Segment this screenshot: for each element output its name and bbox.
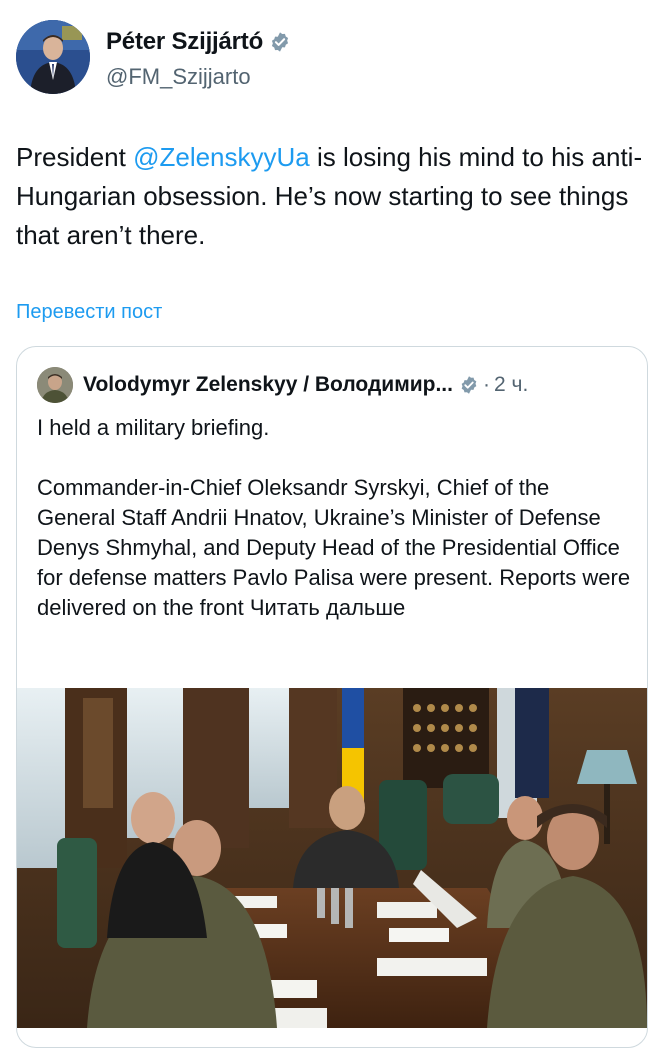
- verified-badge-icon: [461, 376, 477, 394]
- author-name[interactable]: Péter Szijjártó: [106, 28, 263, 56]
- quoted-post-text: I held a military briefing. Commander-in…: [37, 413, 632, 653]
- translate-post-link[interactable]: Перевести пост: [16, 301, 162, 324]
- quoted-paragraph-1: I held a military briefing.: [37, 415, 270, 440]
- quoted-post-photo[interactable]: [17, 688, 647, 1028]
- quoted-timestamp[interactable]: 2 ч.: [494, 373, 528, 397]
- separator-dot: ·: [482, 373, 490, 396]
- post-header: Péter Szijjártó @FM_Szijjarto: [16, 20, 646, 100]
- mention-link[interactable]: @ZelenskyyUa: [133, 142, 310, 172]
- verified-badge-icon: [271, 32, 289, 52]
- post-text-start: President: [16, 142, 134, 172]
- quoted-paragraph-2: Commander-in-Chief Oleksandr Syrskyi, Ch…: [37, 473, 632, 623]
- post-text: President @ZelenskyyUa is losing his min…: [16, 138, 646, 255]
- quoted-post-card[interactable]: Volodymyr Zelenskyy / Володимир... · 2 ч…: [16, 346, 648, 1048]
- read-more-link[interactable]: Читать дальше: [250, 595, 405, 620]
- quoted-author-name[interactable]: Volodymyr Zelenskyy / Володимир...: [83, 373, 453, 397]
- author-avatar[interactable]: [16, 20, 90, 94]
- author-handle[interactable]: @FM_Szijjarto: [106, 64, 251, 90]
- quoted-author-avatar[interactable]: [37, 367, 73, 403]
- quoted-post-header: Volodymyr Zelenskyy / Володимир... · 2 ч…: [37, 367, 528, 403]
